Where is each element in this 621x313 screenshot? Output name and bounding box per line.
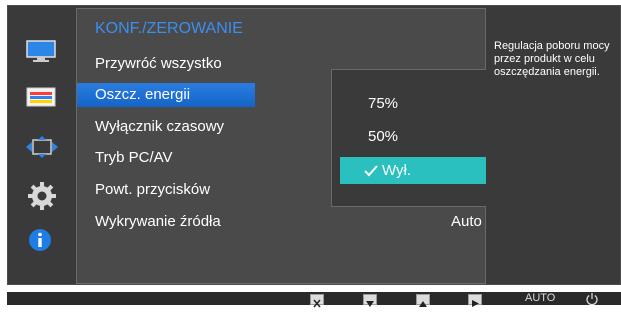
play-right-icon[interactable] <box>468 294 482 307</box>
menu-item-powt-przyciskow[interactable]: Powt. przycisków <box>77 178 255 202</box>
menu-item-przywroc-wszystko[interactable]: Przywróć wszystko <box>77 52 255 76</box>
menu-title: KONF./ZEROWANIE <box>95 20 243 37</box>
up-arrow-icon[interactable] <box>416 294 430 307</box>
source-detection-value: Auto <box>451 213 482 230</box>
picture-icon[interactable] <box>26 40 56 62</box>
info-icon[interactable] <box>28 228 52 252</box>
settings-gear-icon[interactable] <box>26 180 58 212</box>
help-panel: Regulacja poboru mocy przez produkt w ce… <box>486 8 620 284</box>
side-icon-column <box>8 6 75 284</box>
menu-item-oszcz-energii[interactable]: Oszcz. energii <box>77 83 255 107</box>
menu-item-wykrywanie-zrodla[interactable]: Wykrywanie źródła <box>77 210 255 234</box>
submenu-option-off-label: Wył. <box>382 162 412 179</box>
help-text: Regulacja poboru mocy przez produkt w ce… <box>494 40 610 78</box>
menu-item-tryb-pc-av[interactable]: Tryb PC/AV <box>77 146 255 170</box>
color-icon[interactable] <box>26 87 56 107</box>
bottom-button-bar: AUTO <box>7 292 621 308</box>
osd-window: KONF./ZEROWANIE Przywróć wszystko Oszcz.… <box>7 5 621 285</box>
auto-button-label[interactable]: AUTO <box>525 292 555 305</box>
down-arrow-icon[interactable] <box>363 294 377 307</box>
power-icon[interactable] <box>585 292 599 305</box>
menu-panel: KONF./ZEROWANIE Przywróć wszystko Oszcz.… <box>76 8 542 284</box>
menu-item-wylacznik-czasowy[interactable]: Wyłącznik czasowy <box>77 115 255 139</box>
screen-size-icon[interactable] <box>26 136 58 158</box>
check-icon <box>364 165 378 177</box>
close-icon[interactable] <box>310 294 324 308</box>
